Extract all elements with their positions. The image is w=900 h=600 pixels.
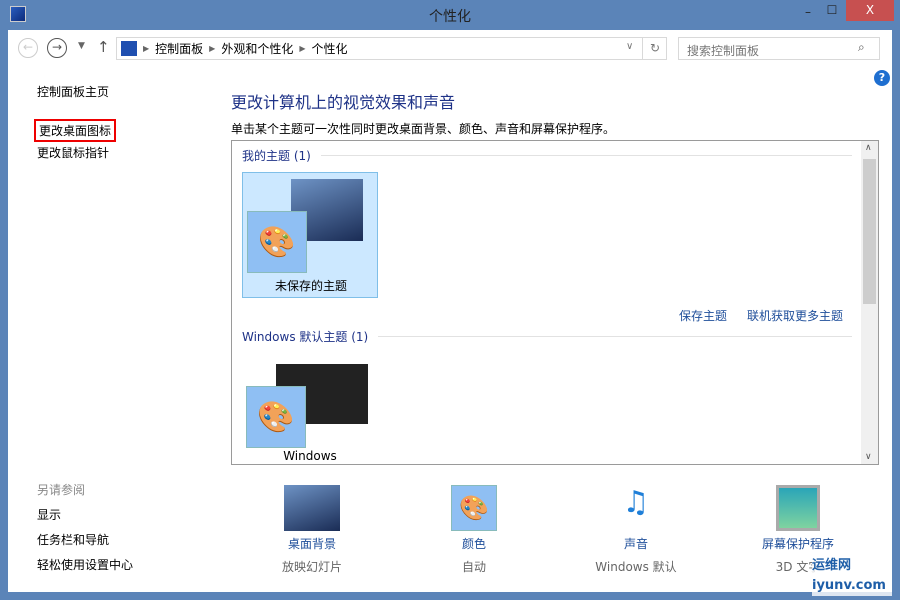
breadcrumb-personalization[interactable]: 个性化 [312,40,348,57]
display-link[interactable]: 显示 [37,506,61,523]
divider [320,155,852,156]
color-item[interactable]: 🎨 颜色 自动 [424,485,524,575]
theme-unsaved[interactable]: 🎨 未保存的主题 [242,172,378,298]
address-dropdown-icon[interactable]: ∨ [626,41,633,52]
sidebar-home-link[interactable]: 控制面板主页 [37,83,109,100]
group-title: 我的主题 (1) [242,149,311,163]
item-label: 声音 [623,537,648,551]
search-input[interactable]: 搜索控制面板 [678,37,880,60]
back-button[interactable]: ← [18,38,38,58]
close-button[interactable]: X [846,0,894,21]
change-desktop-icons-link[interactable]: 更改桌面图标 [34,119,117,142]
page-description: 单击某个主题可一次性同时更改桌面背景、颜色、声音和屏幕保护程序。 [231,122,616,136]
save-theme-link[interactable]: 保存主题 [679,307,727,324]
group-title: Windows 默认主题 (1) [242,330,369,344]
themes-list: 我的主题 (1) 🎨 未保存的主题 保存主题 联机获取更多主题 Windows … [231,140,879,465]
scrollbar-thumb[interactable] [863,159,876,304]
chevron-right-icon: ▶ [209,44,216,53]
breadcrumb-control-panel[interactable]: 控制面板 [155,40,203,57]
scrollbar[interactable]: ∧ ∨ [861,141,878,464]
color-palette-icon: 🎨 [247,211,307,273]
my-themes-header: 我的主题 (1) [242,147,852,164]
change-mouse-pointer-link[interactable]: 更改鼠标指针 [37,144,109,161]
help-icon[interactable]: ? [874,70,890,86]
search-icon[interactable]: ⌕ [858,40,865,55]
minimize-button[interactable]: – [796,0,820,21]
scroll-down-icon[interactable]: ∨ [865,452,872,462]
address-bar[interactable]: ▶ 控制面板 ▶ 外观和个性化 ▶ 个性化 [116,37,667,60]
divider [378,336,852,337]
see-also-heading: 另请参阅 [37,483,86,497]
sound-icon: ♫ [622,485,650,520]
watermark: 运维网 iyunv.com [812,556,892,596]
window-title: 个性化 [429,9,471,25]
color-palette-icon: 🎨 [246,386,306,448]
item-value: 自动 [461,560,486,574]
up-arrow-icon[interactable]: ↑ [97,38,110,56]
control-panel-icon [121,41,137,56]
item-label: 颜色 [461,537,486,551]
recent-dropdown-icon[interactable]: ▼ [78,41,85,51]
item-value: 放映幻灯片 [281,560,342,574]
screensaver-icon [776,485,820,531]
title-bar: 个性化 – ☐ X [0,0,900,30]
color-icon: 🎨 [451,485,497,531]
forward-button[interactable]: → [47,38,67,58]
maximize-button[interactable]: ☐ [820,0,844,21]
refresh-button[interactable]: ↻ [642,37,667,60]
scroll-up-icon[interactable]: ∧ [865,143,872,153]
item-value: Windows 默认 [595,560,677,574]
default-themes-header: Windows 默认主题 (1) [242,328,852,345]
item-label: 屏幕保护程序 [761,537,834,551]
item-label: 桌面背景 [287,537,336,551]
desktop-background-icon [284,485,340,531]
chevron-right-icon: ▶ [299,44,306,53]
theme-label: 未保存的主题 [274,279,347,293]
theme-label: Windows [283,449,337,463]
theme-windows[interactable]: 🎨 Windows [242,356,378,464]
chevron-right-icon: ▶ [143,44,150,53]
taskbar-link[interactable]: 任务栏和导航 [37,531,109,548]
page-title: 更改计算机上的视觉效果和声音 [231,93,456,112]
breadcrumb-appearance[interactable]: 外观和个性化 [221,40,293,57]
desktop-background-item[interactable]: 桌面背景 放映幻灯片 [262,485,362,575]
get-more-themes-link[interactable]: 联机获取更多主题 [747,307,843,324]
sound-item[interactable]: ♫ 声音 Windows 默认 [586,485,686,575]
ease-of-access-link[interactable]: 轻松使用设置中心 [37,556,133,573]
